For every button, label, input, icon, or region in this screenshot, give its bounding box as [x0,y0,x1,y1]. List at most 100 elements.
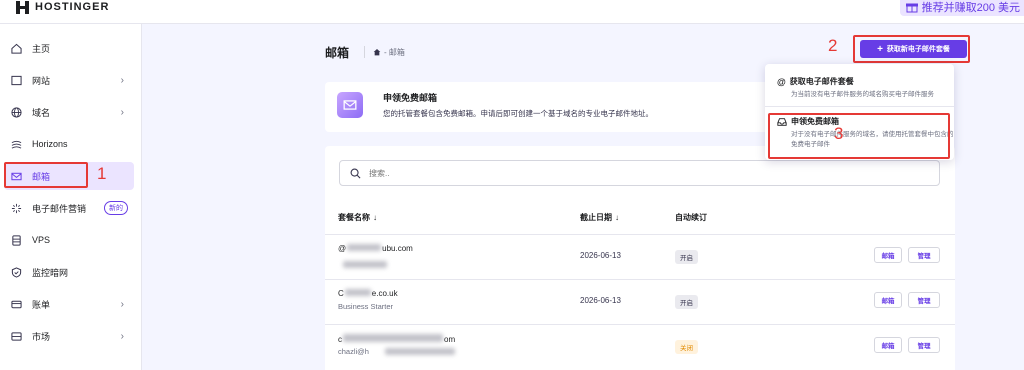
table-row: @ ubu.com 2026-06-13 开启 邮箱 管理 [325,234,955,278]
horizons-icon [10,138,22,150]
sidebar-item-domains[interactable]: 域名 › [4,98,134,126]
plan-name: c om [338,334,456,344]
market-icon [10,330,22,342]
page-title: 邮箱 [325,46,350,60]
dropdown-item-title: 获取电子邮件套餐 [789,77,854,86]
sidebar-item-home[interactable]: 主页 [4,34,134,62]
email-button[interactable]: 邮箱 [874,292,902,308]
sidebar-item-email[interactable]: 邮箱 [4,162,134,190]
manage-button[interactable]: 管理 [908,247,940,263]
email-plans-list: 套餐名称 ↓ 截止日期 ↓ 自动续订 @ubu.com 2026-06-13 开… [325,146,955,370]
annotation-number-2: 2 [828,36,838,55]
redacted-text [385,348,455,355]
sidebar-item-label: 网站 [32,75,51,86]
sort-arrow-icon: ↓ [615,213,619,222]
sidebar-item-label: 电子邮件营销 [32,203,87,214]
sidebar-item-label: 市场 [32,331,51,342]
column-header-label: 套餐名称 [338,213,370,222]
column-header-plan-name[interactable]: 套餐名称 ↓ [338,212,377,223]
email-button[interactable]: 邮箱 [874,247,902,263]
sidebar-item-label: Horizons [32,139,68,149]
home-icon[interactable] [373,48,381,56]
manage-button[interactable]: 管理 [908,337,940,353]
referral-button[interactable]: 推荐并赚取200 美元 [899,0,1024,16]
column-header-expiry[interactable]: 截止日期 ↓ [580,212,619,223]
search-box[interactable] [339,160,940,186]
plan-name: @ ubu.com [338,244,413,253]
chevron-right-icon: › [120,330,124,342]
new-email-plan-dropdown: @ 获取电子邮件套餐 为当前没有电子邮件服务的域名购买电子邮件服务 申领免费邮箱… [765,64,954,160]
column-header-label: 自动续订 [675,213,707,222]
sidebar-item-dark-web-monitor[interactable]: 监控暗网 [4,258,134,286]
mail-icon [10,170,22,182]
column-header-label: 截止日期 [580,213,612,222]
hostinger-logo-icon [16,0,29,14]
billing-icon [10,298,22,310]
claim-free-email-card[interactable]: 申领免费邮箱 您的托管套餐包含免费邮箱。申请后即可创建一个基于域名的专业电子邮件… [325,82,779,132]
sidebar-item-label: 主页 [32,43,51,54]
sort-arrow-icon: ↓ [373,213,377,222]
home-icon [10,42,22,54]
sidebar-item-label: VPS [32,235,51,245]
dropdown-item-claim-free-email[interactable]: 申领免费邮箱 对于没有电子邮件服务的域名，请使用托管套餐中包含的免费电子邮件 [765,116,954,150]
shield-icon [10,266,22,278]
server-icon [10,234,22,246]
plus-icon: + [877,43,883,55]
sidebar-item-label: 账单 [32,299,51,310]
status-badge: 关闭 [675,340,698,354]
get-new-email-plan-button[interactable]: + 获取新电子邮件套餐 [860,40,967,58]
annotation-number-3: 3 [834,124,844,143]
sidebar-item-label: 域名 [32,107,51,118]
dropdown-item-description: 对于没有电子邮件服务的域名，请使用托管套餐中包含的免费电子邮件 [791,131,954,148]
breadcrumb: - 邮箱 [364,46,405,58]
sidebar-item-email-marketing[interactable]: 电子邮件营销 新的 [4,194,134,222]
table-row: c om chazli@h 关闭 邮箱 管理 [325,324,955,368]
chevron-right-icon: › [120,298,124,310]
top-bar: HOSTINGER 推荐并赚取200 美元 [0,0,1024,24]
gift-icon [905,3,918,13]
status-badge: 开启 [675,295,698,309]
chevron-right-icon: › [120,106,124,118]
inbox-icon [777,117,787,126]
column-header-auto-renew: 自动续订 [675,212,707,223]
referral-label: 推荐并赚取200 美元 [921,2,1020,14]
promo-title: 申领免费邮箱 [383,93,438,103]
search-input[interactable] [369,168,769,178]
table-row: Ce.co.uk Business Starter 2026-06-13 开启 … [325,279,955,323]
button-label: 获取新电子邮件套餐 [886,46,950,53]
promo-description: 您的托管套餐包含免费邮箱。申请后即可创建一个基于域名的专业电子邮件地址。 [383,109,653,118]
manage-button[interactable]: 管理 [908,292,940,308]
brand-name: HOSTINGER [35,1,110,13]
sidebar-item-vps[interactable]: VPS [4,226,134,254]
sidebar-item-horizons[interactable]: Horizons [4,130,134,158]
plan-name: Ce.co.uk [338,289,398,298]
expiry-date: 2026-06-13 [580,251,621,260]
annotation-number-1: 1 [97,164,107,183]
plan-type: Business Starter [338,302,394,311]
dropdown-item-get-email-plan[interactable]: @ 获取电子邮件套餐 为当前没有电子邮件服务的域名购买电子邮件服务 [765,76,954,100]
search-icon [350,168,361,178]
new-badge: 新的 [104,201,128,215]
dropdown-item-title: 申领免费邮箱 [791,117,839,126]
mail-icon [337,92,363,118]
email-button[interactable]: 邮箱 [874,337,902,353]
sidebar-item-billing[interactable]: 账单 › [4,290,134,318]
website-icon [10,74,22,86]
breadcrumb-current: - 邮箱 [384,47,405,57]
globe-icon [10,106,22,118]
sidebar-item-websites[interactable]: 网站 › [4,66,134,94]
status-badge: 开启 [675,250,698,264]
chevron-right-icon: › [120,74,124,86]
sidebar: 主页 网站 › 域名 › Horizons 邮箱 电子邮件营销 新的 VPS 监… [0,24,142,370]
at-icon: @ [777,76,786,87]
redacted-text [343,261,387,268]
hostinger-logo[interactable]: HOSTINGER [16,0,109,14]
dropdown-divider [765,106,954,107]
dropdown-item-description: 为当前没有电子邮件服务的域名购买电子邮件服务 [791,91,934,98]
plan-email: chazli@h [338,347,369,356]
expiry-date: 2026-06-13 [580,296,621,305]
sidebar-item-marketplace[interactable]: 市场 › [4,322,134,350]
sidebar-item-label: 监控暗网 [32,267,69,278]
sidebar-item-label: 邮箱 [32,171,51,182]
sparkle-icon [10,202,22,214]
